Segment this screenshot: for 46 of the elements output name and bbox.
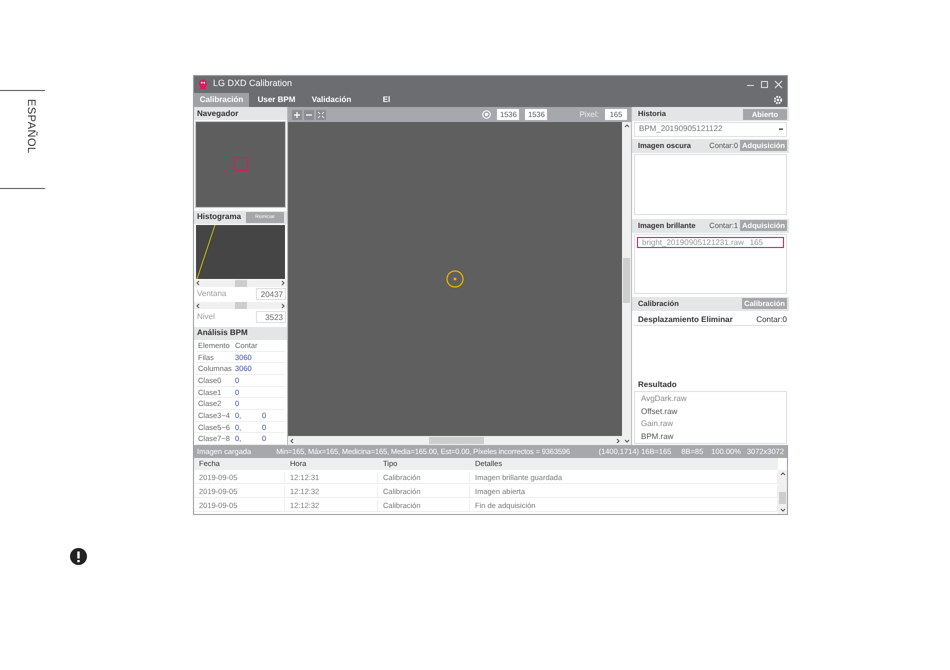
panel-title: Navegador	[197, 108, 238, 120]
scroll-thumb[interactable]	[234, 280, 246, 287]
scrollbar[interactable]	[194, 280, 287, 288]
field-label: Ventana	[197, 288, 226, 300]
viewport-frame	[234, 157, 248, 172]
scroll-thumb[interactable]	[234, 302, 246, 310]
count-label: Contar:0	[756, 314, 787, 324]
result-file[interactable]: Gain.raw	[635, 418, 786, 430]
panel-title: Análisis BPM	[197, 327, 248, 340]
list-item[interactable]: bright_20190905121231.raw 165	[637, 236, 784, 248]
caret-icon	[778, 126, 784, 132]
language-label: ESPAÑOL	[24, 99, 38, 154]
result-file[interactable]: Offset.raw	[635, 406, 786, 418]
maximize-icon[interactable]	[760, 80, 769, 88]
window-title: LG DXD Calibration	[213, 77, 294, 90]
scrollbar[interactable]	[622, 122, 631, 445]
scrollbar[interactable]	[194, 302, 287, 310]
panel-title: Histograma	[197, 211, 242, 224]
target-icon	[482, 110, 492, 119]
scrollbar[interactable]	[288, 436, 622, 445]
history-dropdown[interactable]: BPM_20190905121122	[634, 122, 787, 137]
close-icon[interactable]	[774, 80, 783, 88]
tab[interactable]: El	[359, 93, 414, 107]
cursor-marker	[446, 270, 464, 288]
value-field[interactable]: 3523	[256, 310, 286, 323]
plus-icon	[293, 110, 301, 118]
scroll-thumb[interactable]	[429, 437, 484, 444]
scroll-thumb[interactable]	[779, 492, 786, 504]
tab[interactable]: User BPM	[249, 93, 304, 107]
fit-button[interactable]	[316, 110, 326, 120]
value-field[interactable]: 20437	[256, 288, 286, 300]
app-icon	[198, 79, 208, 89]
pixel-label: Pixel:	[579, 108, 599, 120]
zoom-in-button[interactable]	[292, 110, 302, 120]
result-file[interactable]: AvgDark.raw	[635, 393, 786, 406]
scroll-thumb[interactable]	[623, 258, 630, 303]
field-label: Nivel	[197, 310, 215, 323]
warning-icon	[70, 548, 87, 565]
result-file[interactable]: BPM.raw	[635, 430, 786, 443]
settings-icon[interactable]	[773, 95, 783, 105]
expand-icon	[317, 110, 325, 118]
section-title: Resultado	[637, 379, 678, 390]
scrollbar[interactable]	[778, 470, 787, 514]
section-title: Desplazamiento Eliminar	[638, 314, 733, 324]
tab[interactable]: Validación	[304, 93, 359, 107]
zoom-out-button[interactable]	[304, 110, 314, 120]
